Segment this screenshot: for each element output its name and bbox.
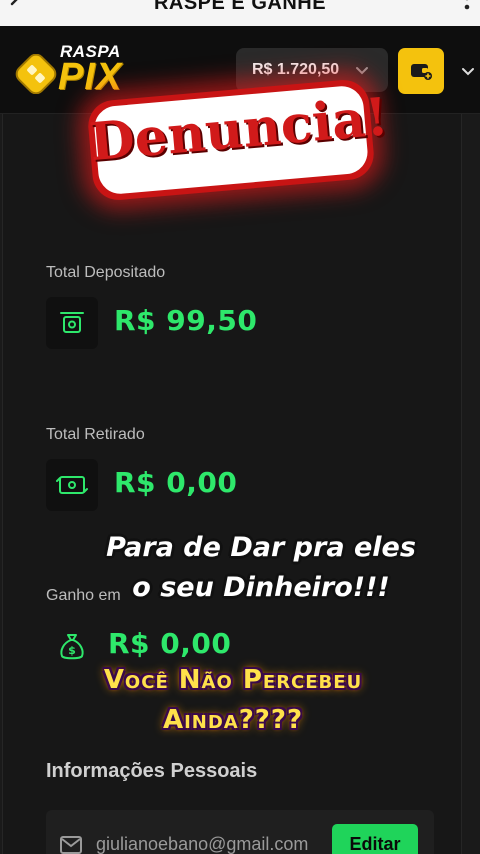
deposit-stat-icon-box <box>46 297 98 349</box>
caption1-line2: o seu Dinheiro!!! <box>132 572 390 603</box>
caption-stop-giving-money: Para de Dar pra eles o seu Dinheiro!!! <box>96 528 426 608</box>
balance-amount: R$ 1.720,50 <box>252 61 340 78</box>
deposited-label: Total Depositado <box>46 264 166 281</box>
deposit-button[interactable] <box>398 48 444 94</box>
withdraw-stat-icon-box <box>46 459 98 511</box>
svg-text:$: $ <box>68 644 76 657</box>
user-menu-chevron-icon[interactable] <box>460 63 476 79</box>
chevron-down-icon <box>356 67 368 75</box>
more-menu-icon[interactable] <box>464 0 470 18</box>
cash-transfer-icon <box>56 476 88 494</box>
withdrawn-label: Total Retirado <box>46 426 145 443</box>
logo-badge-icon <box>15 54 57 94</box>
email-value: giulianoebano@gmail.com <box>96 834 309 854</box>
personal-info-title: Informações Pessoais <box>46 760 258 782</box>
won-value: R$ 0,00 <box>108 627 232 660</box>
edit-button[interactable]: Editar <box>332 824 418 854</box>
wallet-plus-icon <box>411 64 432 80</box>
caption1-line1: Para de Dar pra eles <box>106 532 416 563</box>
browser-top-bar: RASPE E GANHE <box>0 0 480 26</box>
caption-havent-noticed: Você Não Percebeu Ainda???? <box>74 660 392 740</box>
cash-deposit-icon <box>60 312 84 333</box>
money-bag-icon: $ <box>60 634 84 660</box>
raspa-pix-logo[interactable]: RASPA PIX <box>14 42 144 98</box>
deposited-value: R$ 99,50 <box>114 304 258 337</box>
caption2-line1: Você Não Percebeu <box>103 665 363 695</box>
logo-pix-text: PIX <box>58 56 123 98</box>
mail-icon <box>60 836 82 854</box>
caption2-line2: Ainda???? <box>162 705 304 735</box>
page-title: RASPE E GANHE <box>153 0 327 14</box>
withdrawn-value: R$ 0,00 <box>114 466 238 499</box>
